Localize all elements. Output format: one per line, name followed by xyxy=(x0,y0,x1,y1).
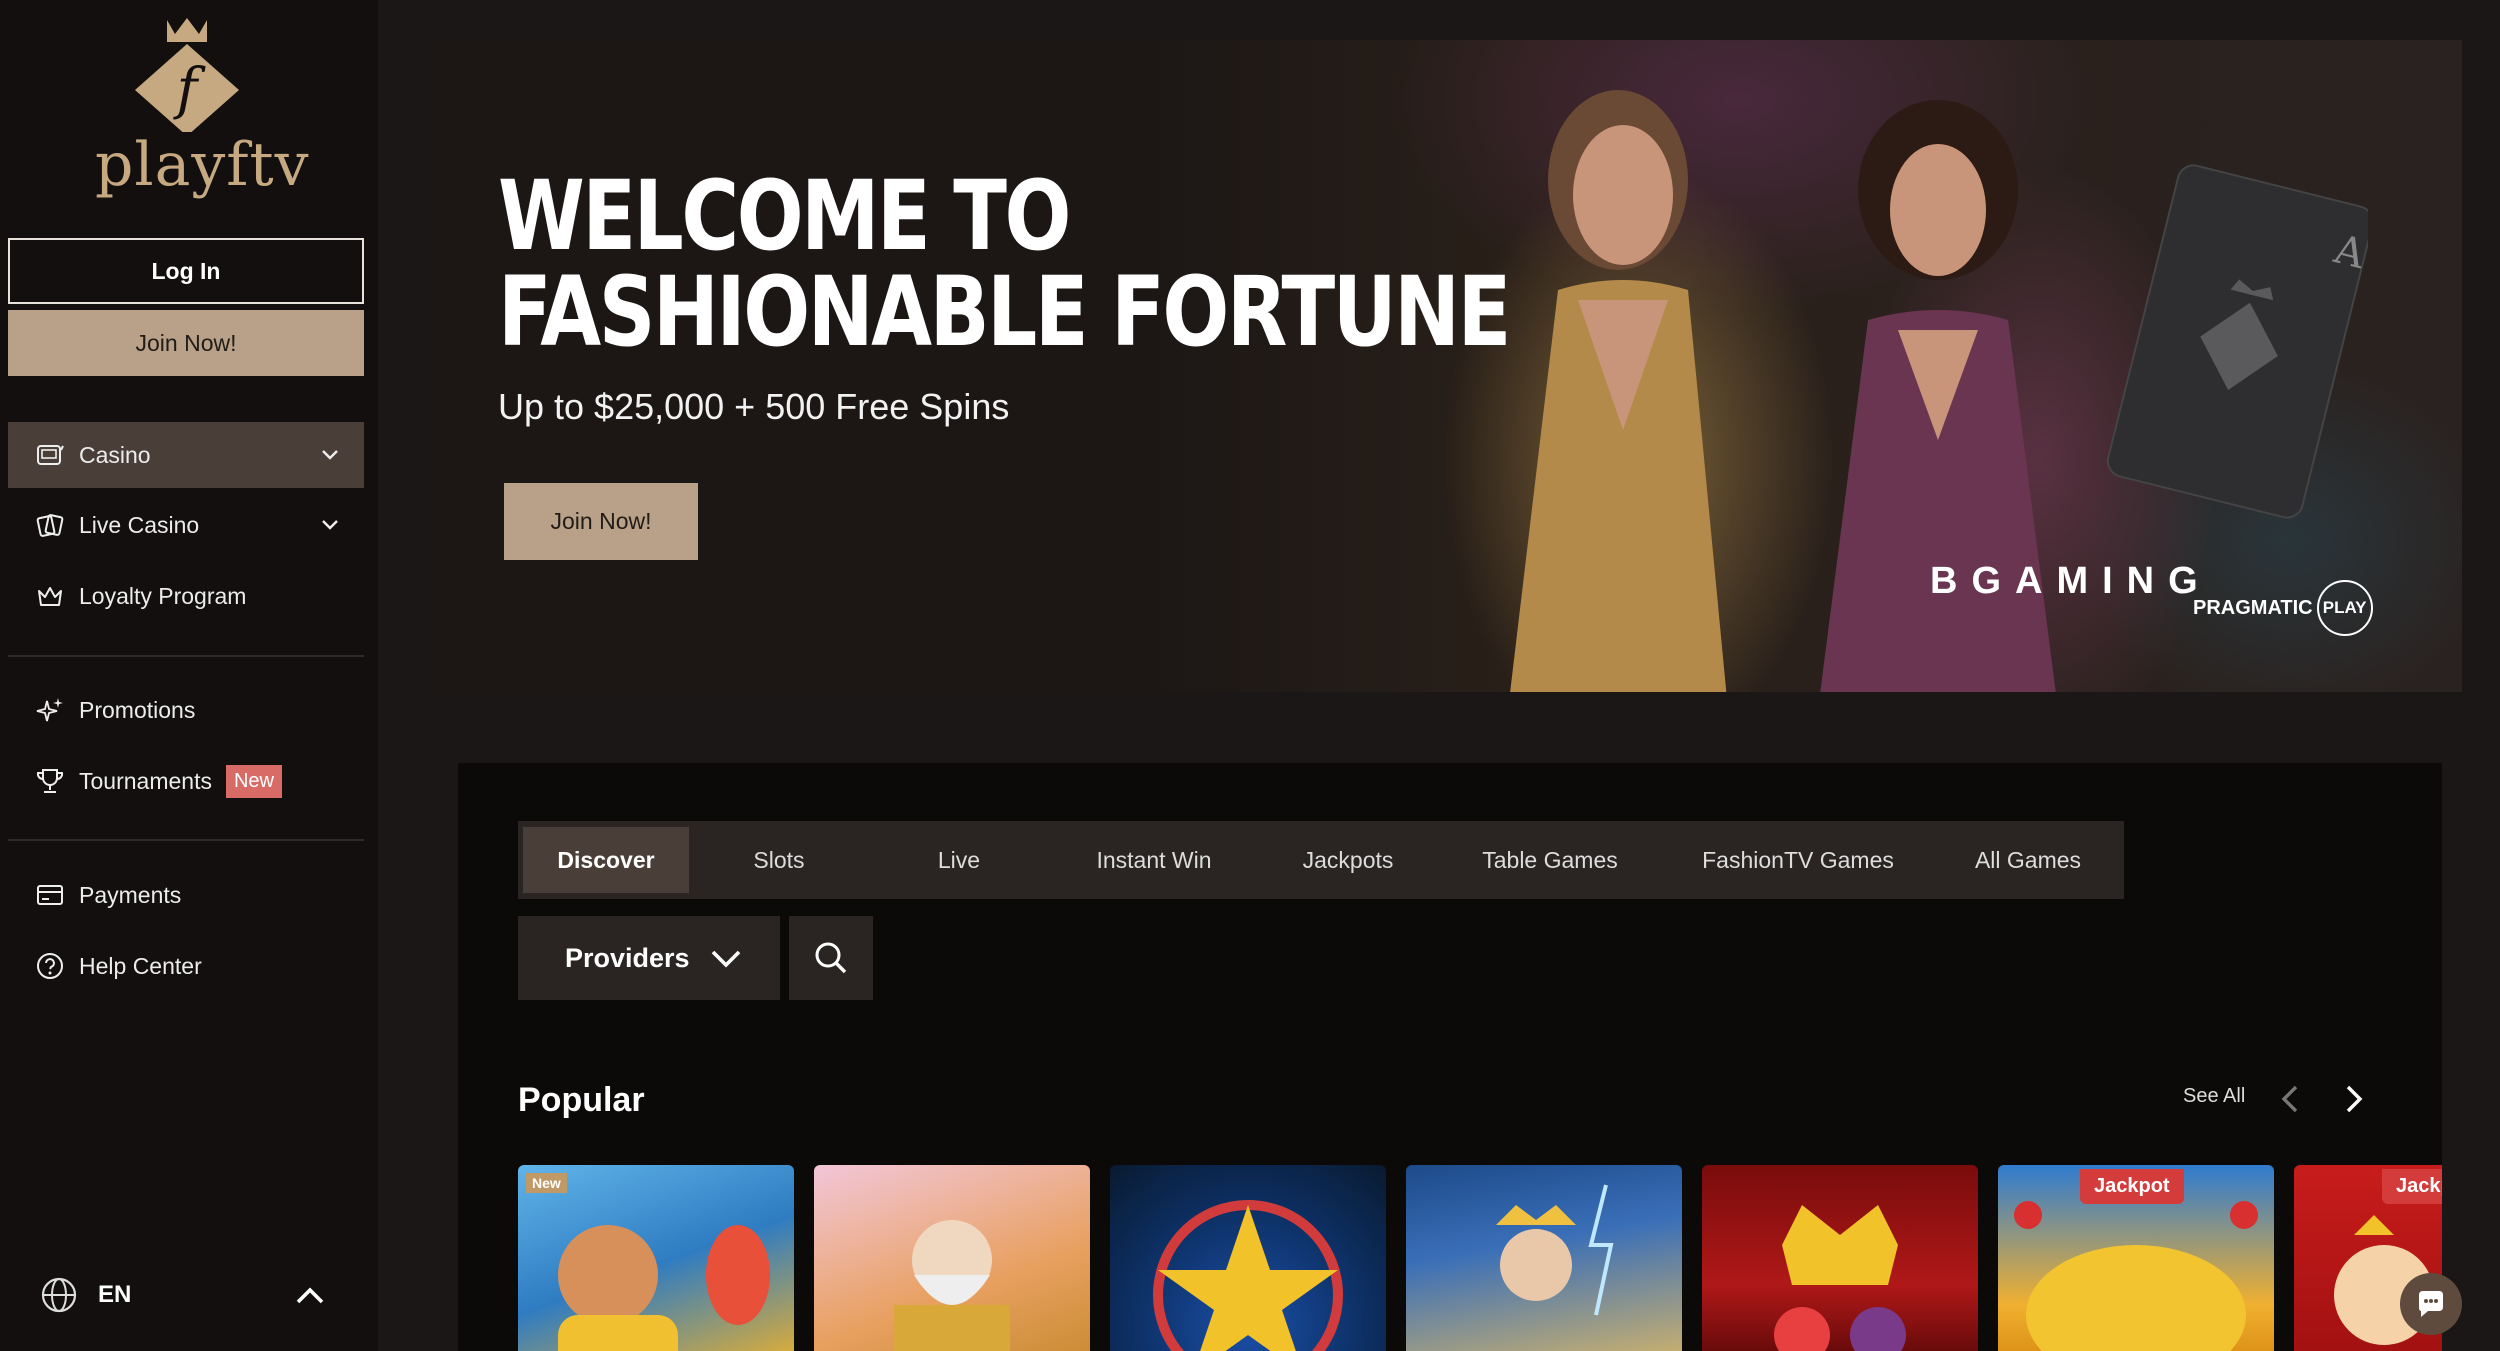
card-icon xyxy=(33,878,67,912)
popular-section-title: Popular xyxy=(518,1081,645,1119)
logo-icon: f xyxy=(135,18,239,136)
join-button[interactable]: Join Now! xyxy=(8,310,364,376)
sidebar-item-tournaments[interactable]: Tournaments New xyxy=(8,748,364,814)
sidebar-item-label: Tournaments xyxy=(79,767,212,794)
game-tile[interactable]: Jackpot xyxy=(1998,1165,2274,1351)
popular-games-carousel: New Jackpot Jackpot xyxy=(518,1165,2442,1351)
tab-fashiontv-games[interactable]: FashionTV Games xyxy=(1663,827,1933,893)
tab-live[interactable]: Live xyxy=(869,827,1049,893)
sidebar-item-label: Payments xyxy=(79,881,182,908)
bgaming-logo: BGAMING xyxy=(1930,560,2212,602)
cards-icon xyxy=(33,508,67,542)
sidebar-item-loyalty-program[interactable]: Loyalty Program xyxy=(8,563,364,629)
tab-jackpots[interactable]: Jackpots xyxy=(1259,827,1437,893)
trophy-icon xyxy=(33,764,67,798)
chat-icon xyxy=(2419,1291,2443,1317)
zeus-artwork xyxy=(894,1220,1010,1351)
tab-all-games[interactable]: All Games xyxy=(1933,827,2123,893)
game-tile[interactable] xyxy=(1702,1165,1978,1351)
chevron-up-icon[interactable] xyxy=(290,1276,330,1316)
sidebar-item-label: Help Center xyxy=(79,952,202,979)
games-panel: Discover Slots Live Instant Win Jackpots… xyxy=(458,763,2442,1351)
brand-logo[interactable]: f playftv xyxy=(95,12,310,212)
tab-slots[interactable]: Slots xyxy=(689,827,869,893)
carousel-prev-button[interactable] xyxy=(2270,1077,2310,1121)
hero-subtitle: Up to $25,000 + 500 Free Spins xyxy=(498,386,1010,427)
game-tile[interactable]: New xyxy=(518,1165,794,1351)
sidebar-divider xyxy=(8,839,364,841)
new-badge: New xyxy=(225,764,282,798)
hero-title: WELCOME TO FASHIONABLE FORTUNE xyxy=(498,168,1511,360)
sidebar-item-help-center[interactable]: Help Center xyxy=(8,933,364,999)
chevron-down-icon xyxy=(711,950,740,968)
pragmatic-label: PRAGMATIC xyxy=(2193,596,2313,619)
sidebar-item-payments[interactable]: Payments xyxy=(8,862,364,928)
jackpot-badge: Jackpot xyxy=(2080,1169,2184,1204)
globe-icon xyxy=(41,1277,77,1313)
hero-model-gold xyxy=(1510,90,1727,692)
search-icon xyxy=(815,942,847,974)
search-button[interactable] xyxy=(789,916,873,1000)
game-tile[interactable] xyxy=(1110,1165,1386,1351)
login-button[interactable]: Log In xyxy=(8,238,364,304)
carousel-next-button[interactable] xyxy=(2334,1077,2374,1121)
tab-discover[interactable]: Discover xyxy=(523,827,689,893)
providers-label: Providers xyxy=(565,942,690,973)
game-tile[interactable] xyxy=(814,1165,1090,1351)
hero-model-purple xyxy=(1820,100,2056,692)
sidebar-item-promotions[interactable]: Promotions xyxy=(8,677,364,743)
slot-machine-icon xyxy=(33,438,67,472)
chevron-left-icon xyxy=(2281,1085,2298,1113)
crown-icon xyxy=(33,579,67,613)
sidebar-item-label: Casino xyxy=(79,441,151,468)
tab-instant-win[interactable]: Instant Win xyxy=(1049,827,1259,893)
hero-title-line2: FASHIONABLE FORTUNE xyxy=(498,256,1511,368)
language-selector[interactable]: EN xyxy=(40,1276,131,1314)
jackpot-badge: Jackpot xyxy=(2382,1169,2442,1204)
chevron-down-icon[interactable] xyxy=(318,512,342,536)
gates-artwork xyxy=(1496,1184,1614,1316)
sidebar-item-casino[interactable]: Casino xyxy=(8,422,364,488)
game-category-tabs: Discover Slots Live Instant Win Jackpots… xyxy=(518,821,2124,899)
chevron-right-icon xyxy=(2346,1085,2363,1113)
crown-fruits-artwork xyxy=(1774,1205,1906,1351)
providers-dropdown[interactable]: Providers xyxy=(518,916,780,1000)
sidebar-item-label: Loyalty Program xyxy=(79,582,247,609)
tab-table-games[interactable]: Table Games xyxy=(1437,827,1663,893)
language-label: EN xyxy=(98,1281,132,1308)
hero-banner[interactable]: A WELCOME TO FASHIONABLE FORTUNE Up to $… xyxy=(438,40,2462,692)
pragmatic-play-logo: PRAGMATIC PLAY xyxy=(2193,580,2373,636)
brand-name: playftv xyxy=(95,130,310,200)
ace-card-icon: A xyxy=(2106,164,2368,519)
chat-button[interactable] xyxy=(2400,1273,2462,1335)
question-icon xyxy=(33,949,67,983)
hero-join-button[interactable]: Join Now! xyxy=(504,483,698,560)
game-tile[interactable] xyxy=(1406,1165,1682,1351)
see-all-link[interactable]: See All xyxy=(2183,1085,2245,1108)
sidebar: f playftv Log In Join Now! Casino Live C… xyxy=(0,0,378,1351)
sidebar-item-live-casino[interactable]: Live Casino xyxy=(8,492,364,558)
star-artwork xyxy=(1153,1200,1343,1351)
chevron-down-icon[interactable] xyxy=(318,442,342,466)
new-badge: New xyxy=(526,1173,567,1193)
sparkles-icon xyxy=(33,693,67,727)
sidebar-item-label: Live Casino xyxy=(79,511,200,538)
play-label: PLAY xyxy=(2316,580,2373,636)
sidebar-divider xyxy=(8,655,364,657)
sidebar-item-label: Promotions xyxy=(79,696,196,723)
